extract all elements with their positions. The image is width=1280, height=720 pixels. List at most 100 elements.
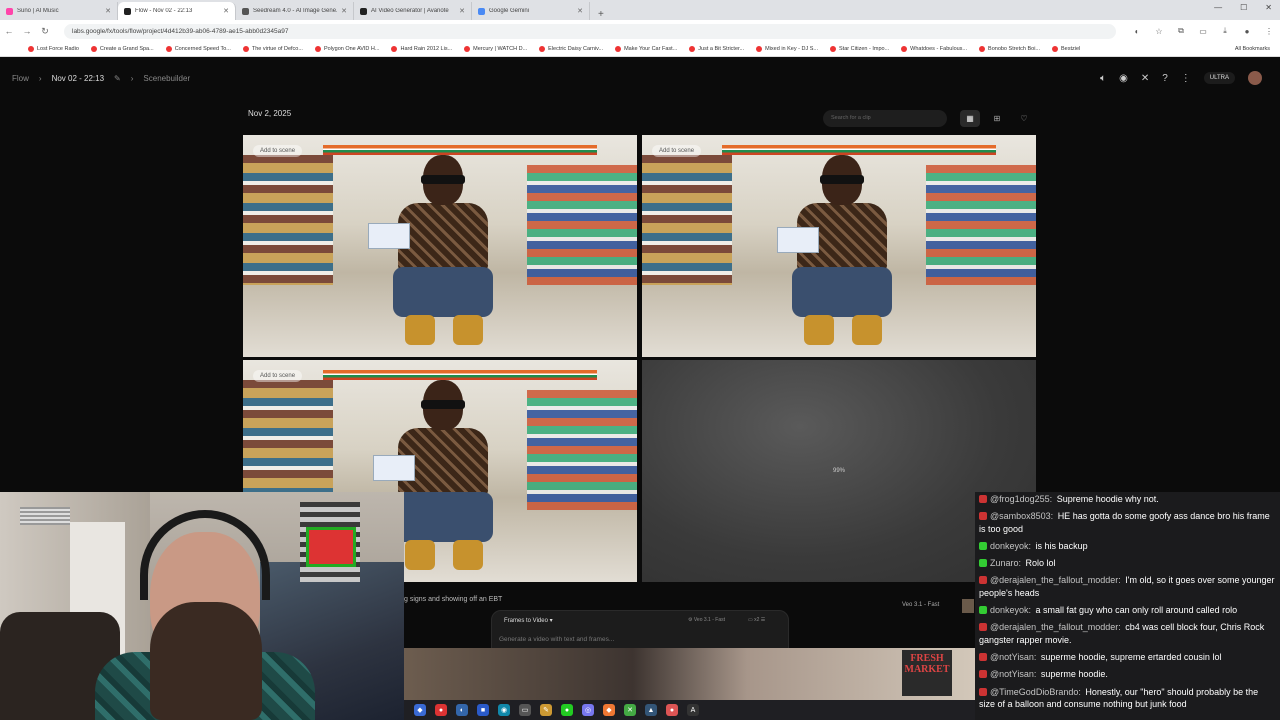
menu-icon[interactable]: ⋮ <box>1258 27 1280 36</box>
close-tab-icon[interactable]: ✕ <box>223 7 229 15</box>
taskbar-app-icon[interactable]: ◐ <box>456 704 468 716</box>
sidebar-icon[interactable]: ▭ <box>1192 27 1214 36</box>
reload-icon[interactable]: ↻ <box>36 26 54 37</box>
close-tab-icon[interactable]: ✕ <box>105 7 111 15</box>
close-tab-icon[interactable]: ✕ <box>459 7 465 15</box>
extension-icon[interactable]: ◐ <box>1126 27 1148 36</box>
back-icon[interactable]: ← <box>0 26 18 36</box>
taskbar-app-icon[interactable]: ● <box>561 704 573 716</box>
taskbar-app-icon[interactable]: ◉ <box>498 704 510 716</box>
frame-thumbnail[interactable] <box>962 599 974 613</box>
output-count[interactable]: ▭ x2 ☰ <box>748 617 765 623</box>
youtube-badge-icon <box>979 576 987 585</box>
url-input[interactable]: labs.google/fx/tools/flow/project/4d412b… <box>64 23 1116 39</box>
bookmark[interactable]: Star Citizen - Impo... <box>830 46 889 52</box>
bookmark[interactable]: Bonobo Stretch Boi... <box>979 46 1040 52</box>
model-selector[interactable]: ⚙ Veo 3.1 - Fast <box>688 617 725 623</box>
profile-icon[interactable]: ● <box>1236 27 1258 36</box>
browser-tab[interactable]: Seedream 4.0 - AI Image Gene... ✕ <box>236 2 354 20</box>
grid-large-icon[interactable]: ▦ <box>960 110 980 127</box>
bookmark-favicon-icon <box>28 46 34 52</box>
taskbar-app-icon[interactable]: ◆ <box>603 704 615 716</box>
download-icon[interactable]: ⤓ <box>1214 26 1236 36</box>
date-heading: Nov 2, 2025 <box>248 109 292 118</box>
view-toggle: ▦ ⊞ ♡ <box>960 110 1034 127</box>
breadcrumb-flow[interactable]: Flow <box>12 74 29 83</box>
tab-favicon-icon <box>360 7 367 15</box>
prompt-input[interactable]: Generate a video with text and frames... <box>499 636 614 643</box>
bookmark[interactable]: Whatdoes - Fabulous... <box>901 46 967 52</box>
maximize-icon[interactable]: ☐ <box>1240 3 1247 12</box>
more-options-icon[interactable]: ⋮ <box>1181 73 1191 84</box>
taskbar-app-icon[interactable]: ● <box>435 704 447 716</box>
edit-pencil-icon[interactable]: ✎ <box>114 74 121 83</box>
window-controls: — ☐ ✕ <box>1214 3 1272 12</box>
video-clip[interactable]: Add to scene <box>642 135 1036 357</box>
youtube-badge-icon <box>979 623 987 632</box>
clip-search-input[interactable]: Search for a clip <box>823 110 947 127</box>
youtube-badge-icon <box>979 670 987 679</box>
x-social-icon[interactable]: ✕ <box>1141 73 1149 84</box>
taskbar-app-icon[interactable]: ● <box>666 704 678 716</box>
close-tab-icon[interactable]: ✕ <box>341 7 347 15</box>
breadcrumb: Flow › Nov 02 - 22:13 ✎ › Scenebuilder <box>12 74 190 83</box>
clip-prompt-text: g signs and showing off an EBT <box>404 596 503 603</box>
puzzle-icon[interactable]: ⧉ <box>1170 26 1192 36</box>
add-to-scene-button[interactable]: Add to scene <box>253 370 303 382</box>
speaker-icon[interactable]: 🔈︎ <box>1100 73 1106 84</box>
discord-icon[interactable]: ◉ <box>1119 73 1128 84</box>
browser-tab[interactable]: Suno | AI Music ✕ <box>0 2 118 20</box>
close-tab-icon[interactable]: ✕ <box>577 7 583 15</box>
bookmark[interactable]: The virtue of Defco... <box>242 46 303 52</box>
bookmark[interactable]: Create a Grand Spa... <box>90 46 154 52</box>
new-tab-icon[interactable]: + <box>590 9 612 20</box>
taskbar-app-icon[interactable]: ■ <box>477 704 489 716</box>
chat-message: @notYisan: superme hoodie, supreme ertar… <box>979 651 1276 663</box>
project-title[interactable]: Nov 02 - 22:13 <box>52 74 104 83</box>
star-icon[interactable]: ☆ <box>1148 27 1170 36</box>
chat-message: @derajalen_the_fallout_modder: cb4 was c… <box>979 622 1265 645</box>
taskbar-app-icon[interactable]: ✎ <box>540 704 552 716</box>
bookmark[interactable]: Electric Daisy Carniv... <box>539 46 603 52</box>
mode-selector[interactable]: Frames to Video ▾ <box>504 617 553 624</box>
bookmark[interactable]: Lost Force Radio <box>28 46 79 52</box>
close-window-icon[interactable]: ✕ <box>1265 3 1272 12</box>
taskbar-app-icon[interactable]: ▲ <box>645 704 657 716</box>
taskbar-app-icon[interactable]: ◎ <box>582 704 594 716</box>
browser-tab-active[interactable]: Flow - Nov 02 - 22:13 ✕ <box>118 2 236 20</box>
taskbar-app-icon[interactable]: A <box>687 704 699 716</box>
webcam-overlay <box>0 492 404 720</box>
bookmark[interactable]: Just a Bit Stricter... <box>689 46 744 52</box>
taskbar-app-icon[interactable]: ◆ <box>414 704 426 716</box>
chat-message: donkeyok: is his backup <box>979 540 1276 552</box>
chat-message: @notYisan: superme hoodie. <box>979 668 1276 680</box>
chevron-right-icon: › <box>130 74 134 83</box>
taskbar-app-icon[interactable]: ✕ <box>624 704 636 716</box>
taskbar-app-icon[interactable]: ▭ <box>519 704 531 716</box>
video-clip[interactable]: Add to scene <box>243 135 637 357</box>
bookmark[interactable]: Mercury | WATCH D... <box>464 46 527 52</box>
add-to-scene-button[interactable]: Add to scene <box>652 145 702 157</box>
all-bookmarks[interactable]: All Bookmarks <box>1235 46 1270 52</box>
address-bar: ← → ↻ labs.google/fx/tools/flow/project/… <box>0 20 1280 42</box>
grid-small-icon[interactable]: ⊞ <box>987 110 1007 127</box>
bookmark[interactable]: Make Your Car Fast... <box>615 46 677 52</box>
browser-tab[interactable]: Google Gemini ✕ <box>472 2 590 20</box>
bookmark[interactable]: Mixed in Key - DJ S... <box>756 46 818 52</box>
bookmark-favicon-icon <box>464 46 471 52</box>
bookmark-favicon-icon <box>689 46 696 52</box>
forward-icon[interactable]: → <box>18 26 36 36</box>
bookmark[interactable]: Concerned Speed To... <box>165 46 231 52</box>
bookmark[interactable]: Hard Rain 2012 Lis... <box>391 46 452 52</box>
favorites-heart-icon[interactable]: ♡ <box>1014 110 1034 127</box>
help-icon[interactable]: ? <box>1162 73 1168 84</box>
youtube-badge-icon <box>979 495 987 503</box>
breadcrumb-scenebuilder[interactable]: Scenebuilder <box>143 74 190 83</box>
bookmark[interactable]: Polygon One AVID H... <box>314 46 379 52</box>
minimize-icon[interactable]: — <box>1214 3 1222 12</box>
bookmark[interactable]: Bestziel <box>1052 46 1080 52</box>
add-to-scene-button[interactable]: Add to scene <box>253 145 303 157</box>
avatar[interactable] <box>1248 71 1262 85</box>
tab-title: Seedream 4.0 - AI Image Gene... <box>253 8 338 14</box>
browser-tab[interactable]: AI Video Generator | Avanote ✕ <box>354 2 472 20</box>
